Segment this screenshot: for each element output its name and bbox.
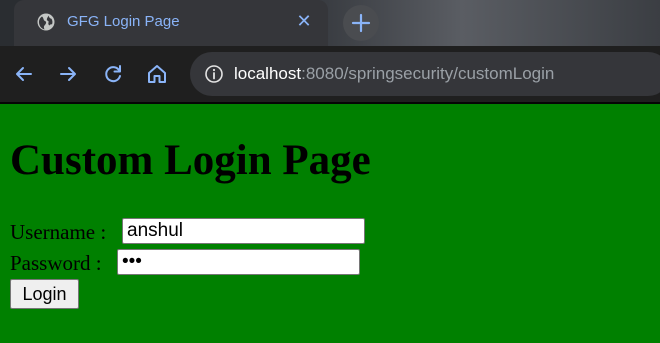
- username-label: Username :: [10, 220, 107, 244]
- tab-strip: GFG Login Page ✕: [0, 0, 660, 46]
- password-label: Password :: [10, 251, 102, 275]
- login-button[interactable]: Login: [10, 279, 79, 309]
- home-icon[interactable]: [145, 62, 169, 86]
- page-content: Custom Login Page Username : Password : …: [0, 104, 660, 343]
- page-title: Custom Login Page: [10, 137, 371, 184]
- new-tab-button[interactable]: [343, 5, 379, 41]
- tab-title: GFG Login Page: [67, 13, 180, 30]
- globe-icon: [37, 13, 55, 31]
- arrow-right-icon[interactable]: [56, 62, 80, 86]
- url-host: localhost: [234, 64, 302, 83]
- address-bar[interactable]: localhost:8080/springsecurity/customLogi…: [190, 52, 660, 96]
- plus-icon: [351, 13, 371, 33]
- tab-gfg-login[interactable]: GFG Login Page ✕: [14, 0, 328, 46]
- info-icon[interactable]: [204, 64, 224, 84]
- close-icon[interactable]: ✕: [293, 11, 315, 33]
- browser-toolbar: localhost:8080/springsecurity/customLogi…: [0, 46, 660, 103]
- browser-window: GFG Login Page ✕ localhost:8080/springse…: [0, 0, 660, 343]
- url-text[interactable]: localhost:8080/springsecurity/customLogi…: [234, 63, 554, 85]
- reload-icon[interactable]: [101, 62, 125, 86]
- arrow-left-icon[interactable]: [12, 62, 36, 86]
- password-input[interactable]: [117, 249, 360, 275]
- username-input[interactable]: [122, 218, 365, 244]
- url-path: :8080/springsecurity/customLogin: [301, 64, 555, 83]
